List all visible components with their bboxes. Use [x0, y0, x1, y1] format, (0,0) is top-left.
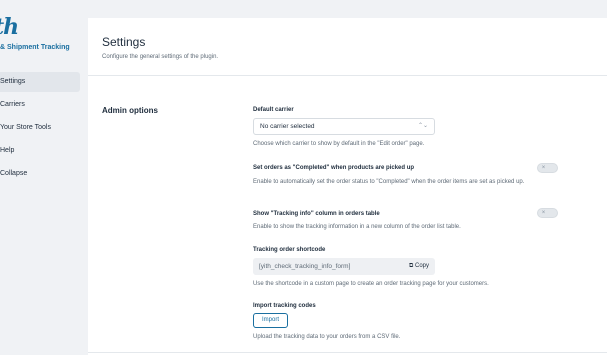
sidebar-item-label: Carriers	[0, 101, 25, 108]
sidebar-item-label: Collapse	[0, 170, 28, 177]
plugin-name: & Shipment Tracking	[0, 44, 70, 51]
copy-button[interactable]: ⧉ Copy	[409, 258, 429, 275]
shortcode-description: Use the shortcode in a custom page to cr…	[253, 281, 489, 287]
page-header: Settings Configure the general settings …	[88, 18, 607, 76]
sidebar-item-label: Your Store Tools	[0, 124, 51, 131]
sidebar-item-help[interactable]: Help	[0, 141, 80, 161]
divider	[88, 352, 607, 353]
shortcode-field[interactable]: [yith_check_tracking_info_form] ⧉ Copy	[253, 258, 435, 275]
sidebar-nav: Settings Carriers Your Store Tools Help …	[0, 72, 80, 187]
sidebar: th & Shipment Tracking Settings Carriers…	[0, 0, 86, 355]
import-label: Import tracking codes	[253, 303, 316, 309]
completed-label: Set orders as "Completed" when products …	[253, 165, 415, 171]
default-carrier-select[interactable]: No carrier selected ⌃⌄	[253, 118, 435, 135]
import-description: Upload the tracking data to your orders …	[253, 334, 401, 340]
shortcode-value: [yith_check_tracking_info_form]	[259, 263, 351, 270]
sidebar-item-label: Help	[0, 147, 15, 154]
completed-toggle[interactable]: ×	[537, 163, 558, 173]
section-title: Admin options	[102, 106, 158, 115]
shortcode-label: Tracking order shortcode	[253, 247, 326, 253]
settings-panel: Settings Configure the general settings …	[88, 18, 607, 355]
default-carrier-description: Choose which carrier to show by default …	[253, 141, 425, 147]
sidebar-item-store-tools[interactable]: Your Store Tools	[0, 118, 80, 138]
tracking-column-description: Enable to show the tracking information …	[253, 224, 461, 230]
sidebar-item-carriers[interactable]: Carriers	[0, 95, 80, 115]
toggle-off-icon: ×	[541, 165, 546, 171]
copy-icon: ⧉	[409, 263, 414, 269]
sidebar-item-settings[interactable]: Settings	[0, 72, 80, 92]
brand-logo: th	[0, 14, 19, 40]
completed-description: Enable to automatically set the order st…	[253, 179, 525, 185]
tracking-column-toggle[interactable]: ×	[537, 208, 558, 218]
select-arrows-icon: ⌃⌄	[417, 123, 428, 129]
sidebar-item-collapse[interactable]: Collapse	[0, 164, 80, 184]
import-button[interactable]: Import	[253, 313, 288, 328]
page-description: Configure the general settings of the pl…	[102, 54, 219, 60]
sidebar-item-label: Settings	[0, 78, 26, 85]
tracking-column-label: Show "Tracking info" column in orders ta…	[253, 211, 380, 217]
default-carrier-label: Default carrier	[253, 107, 294, 113]
toggle-off-icon: ×	[541, 210, 546, 216]
default-carrier-value: No carrier selected	[260, 123, 315, 130]
page-title: Settings	[102, 35, 146, 49]
copy-label: Copy	[414, 263, 429, 269]
